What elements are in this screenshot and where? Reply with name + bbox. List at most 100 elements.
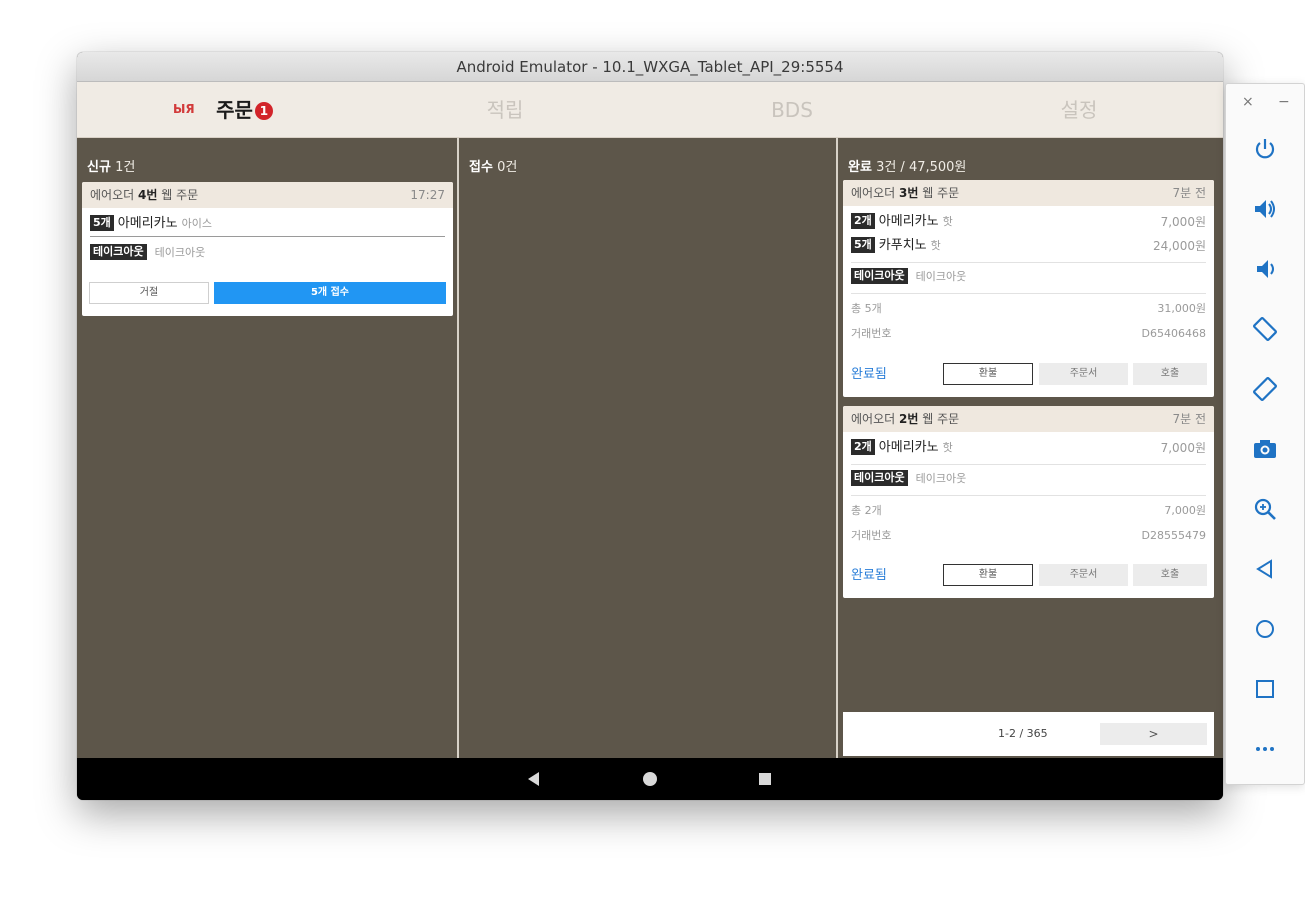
- order-source: 에어오더: [851, 186, 896, 200]
- total-value: 31,000원: [1157, 302, 1206, 315]
- txn-row: 거래번호 D65406468: [843, 321, 1214, 346]
- column-new-title: 신규: [87, 160, 111, 175]
- column-accepted-count: 0건: [497, 160, 518, 175]
- order-number: 2번: [899, 412, 919, 426]
- tab-points[interactable]: 적립: [475, 82, 535, 138]
- back-icon[interactable]: [1250, 554, 1280, 584]
- order-count-badge: 1: [254, 102, 273, 120]
- order-item: 2개 아메리카노 핫 7,000원: [843, 436, 1214, 460]
- android-nav-bar: [77, 758, 1223, 800]
- item-name: 아메리카노: [117, 216, 178, 231]
- power-icon[interactable]: [1250, 134, 1280, 164]
- reject-button[interactable]: 거절: [89, 282, 209, 304]
- item-option: 아이스: [181, 217, 212, 230]
- column-new: 신규 1건 에어오더 4번 웹 주문 17:27 5개 아메리카노 아이스 테이크아…: [77, 138, 457, 758]
- txn-label: 거래번호: [851, 529, 892, 542]
- refund-button[interactable]: 환불: [943, 363, 1033, 385]
- volume-up-icon[interactable]: [1250, 194, 1280, 224]
- rotate-left-icon[interactable]: [1250, 314, 1280, 344]
- total-label: 총 5개: [851, 302, 882, 315]
- item-price: 24,000원: [1152, 239, 1206, 253]
- accept-button[interactable]: 5개 접수: [214, 282, 446, 304]
- item-option: 핫: [942, 441, 953, 454]
- divider: [851, 293, 1206, 294]
- android-recents-icon[interactable]: [756, 770, 774, 788]
- total-row: 총 5개 31,000원: [843, 296, 1214, 321]
- order-board: 신규 1건 에어오더 4번 웹 주문 17:27 5개 아메리카노 아이스 테이크아…: [77, 138, 1223, 758]
- column-new-header: 신규 1건: [87, 156, 135, 175]
- emulator-window: Android Emulator - 10.1_WXGA_Tablet_API_…: [77, 52, 1223, 800]
- home-icon[interactable]: [1250, 614, 1280, 644]
- overview-icon[interactable]: [1250, 674, 1280, 704]
- order-number: 4번: [138, 188, 158, 202]
- order-time: 17:27: [410, 188, 445, 202]
- camera-icon[interactable]: [1250, 434, 1280, 464]
- total-label: 총 2개: [851, 504, 882, 517]
- order-channel: 웹 주문: [161, 188, 199, 202]
- new-order-card[interactable]: 에어오더 4번 웹 주문 17:27 5개 아메리카노 아이스 테이크아웃 테이크아웃…: [82, 182, 453, 316]
- call-button[interactable]: 호출: [1133, 564, 1207, 586]
- takeout-row: 테이크아웃 테이크아웃: [82, 241, 453, 265]
- refund-button[interactable]: 환불: [943, 564, 1033, 586]
- takeout-text: 테이크아웃: [154, 246, 206, 259]
- total-value: 7,000원: [1164, 504, 1206, 517]
- minimize-icon[interactable]: −: [1278, 94, 1290, 110]
- completed-status-link[interactable]: 완료됨: [851, 564, 887, 583]
- tab-settings[interactable]: 설정: [1049, 82, 1109, 138]
- order-card-header: 에어오더 4번 웹 주문 17:27: [82, 182, 453, 208]
- tab-orders-label: 주문: [216, 98, 253, 122]
- pagination-bar: 1-2 / 365 >: [843, 712, 1214, 756]
- txn-value: D65406468: [1141, 327, 1206, 340]
- call-button[interactable]: 호출: [1133, 363, 1207, 385]
- order-item: 2개 아메리카노 핫 7,000원: [843, 210, 1214, 234]
- tab-orders[interactable]: 주문 1: [212, 82, 277, 138]
- order-card-header: 에어오더 2번 웹 주문 7분 전: [843, 406, 1214, 432]
- column-done-header: 완료 3건 / 47,500원: [848, 156, 966, 175]
- item-qty-badge: 5개: [851, 237, 875, 253]
- window-title: Android Emulator - 10.1_WXGA_Tablet_API_…: [77, 52, 1223, 82]
- takeout-tag: 테이크아웃: [851, 470, 908, 486]
- android-home-icon[interactable]: [641, 770, 659, 788]
- rotate-right-icon[interactable]: [1250, 374, 1280, 404]
- column-done: 완료 3건 / 47,500원 에어오더 3번 웹 주문 7분 전 2개 아메리카…: [838, 138, 1223, 758]
- item-price: 7,000원: [1160, 215, 1206, 229]
- takeout-text: 테이크아웃: [915, 472, 967, 485]
- item-option: 핫: [942, 215, 953, 228]
- order-source: 에어오더: [851, 412, 896, 426]
- volume-down-icon[interactable]: [1250, 254, 1280, 284]
- divider: [851, 464, 1206, 465]
- android-back-icon[interactable]: [525, 770, 543, 788]
- done-order-card[interactable]: 에어오더 2번 웹 주문 7분 전 2개 아메리카노 핫 7,000원 테이크아웃 테…: [843, 406, 1214, 598]
- completed-status-link[interactable]: 완료됨: [851, 363, 887, 382]
- page-range: 1-2 / 365: [998, 727, 1048, 740]
- txn-row: 거래번호 D28555479: [843, 523, 1214, 548]
- receipt-button[interactable]: 주문서: [1039, 564, 1128, 586]
- divider: [851, 262, 1206, 263]
- order-card-header: 에어오더 3번 웹 주문 7분 전: [843, 180, 1214, 206]
- takeout-row: 테이크아웃 테이크아웃: [843, 467, 1214, 491]
- item-qty-badge: 2개: [851, 439, 875, 455]
- column-accepted-title: 접수: [469, 160, 493, 175]
- column-new-count: 1건: [115, 160, 136, 175]
- receipt-button[interactable]: 주문서: [1039, 363, 1128, 385]
- item-name: 카푸치노: [878, 238, 927, 253]
- order-source: 에어오더: [90, 188, 135, 202]
- next-page-button[interactable]: >: [1100, 723, 1207, 745]
- order-number: 3번: [899, 186, 919, 200]
- order-time: 7분 전: [1172, 186, 1206, 200]
- item-qty-badge: 5개: [90, 215, 114, 231]
- close-icon[interactable]: ×: [1242, 94, 1254, 110]
- item-name: 아메리카노: [878, 440, 939, 455]
- takeout-text: 테이크아웃: [915, 270, 967, 283]
- zoom-icon[interactable]: [1250, 494, 1280, 524]
- order-item: 5개 카푸치노 핫 24,000원: [843, 234, 1214, 258]
- emulator-side-toolbar: × −: [1225, 83, 1305, 785]
- app-top-nav: ЫЯ 주문 1 적립 BDS 설정: [77, 82, 1223, 138]
- divider: [851, 495, 1206, 496]
- more-icon[interactable]: [1250, 734, 1280, 764]
- done-order-card[interactable]: 에어오더 3번 웹 주문 7분 전 2개 아메리카노 핫 7,000원 5개 카푸치노…: [843, 180, 1214, 397]
- column-accepted: 접수 0건: [459, 138, 836, 758]
- total-row: 총 2개 7,000원: [843, 498, 1214, 523]
- tab-bds[interactable]: BDS: [762, 82, 822, 138]
- item-option: 핫: [930, 239, 941, 252]
